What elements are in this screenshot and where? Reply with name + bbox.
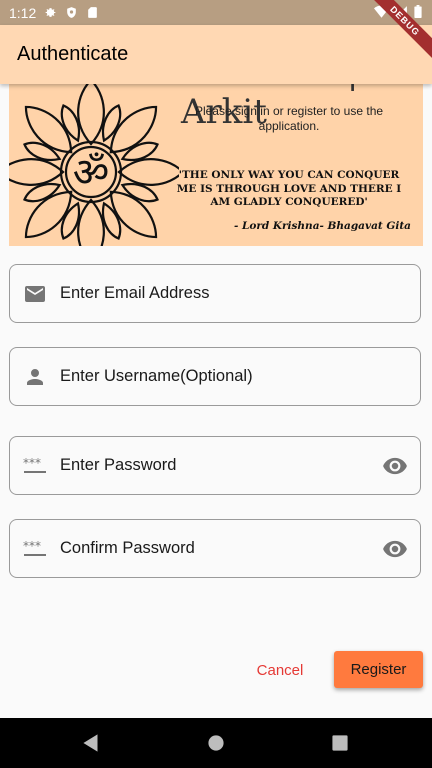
welcome-banner: ॐ Welcome | Arkit Please sign in or regi…: [9, 84, 423, 246]
app-bar: Authenticate: [0, 25, 432, 84]
username-field-label: Enter Username(Optional): [60, 367, 253, 385]
recents-icon[interactable]: [327, 730, 353, 756]
banner-subtitle: Please sign in or register to use the ap…: [194, 104, 384, 133]
svg-text:ॐ: ॐ: [73, 150, 109, 196]
navigation-bar: [0, 718, 432, 768]
email-icon: [25, 285, 45, 302]
cancel-button[interactable]: Cancel: [244, 652, 316, 688]
person-icon: [27, 368, 43, 385]
show-confirm-password-icon[interactable]: [382, 536, 408, 562]
shield-icon: [67, 7, 77, 18]
email-field[interactable]: Enter Email Address: [9, 264, 421, 323]
back-icon[interactable]: [78, 730, 104, 756]
register-button[interactable]: Register: [334, 651, 423, 688]
email-field-label: Enter Email Address: [60, 284, 210, 302]
confirm-password-field[interactable]: *** Confirm Password: [9, 519, 421, 578]
confirm-password-field-label: Confirm Password: [60, 539, 195, 557]
show-password-icon[interactable]: [382, 453, 408, 479]
username-field[interactable]: Enter Username(Optional): [9, 347, 421, 406]
page-title: Authenticate: [17, 43, 129, 65]
svg-text:***: ***: [23, 539, 41, 553]
settings-icon: [45, 8, 56, 17]
password-icon: ***: [23, 456, 46, 473]
battery-icon: [414, 5, 422, 18]
banner-quote: 'THE ONLY WAY YOU CAN CONQUER ME IS THRO…: [176, 169, 402, 208]
sd-card-icon: [88, 7, 98, 18]
quote-attribution: - Lord Krishna- Bhagavat Gita: [233, 220, 411, 232]
home-icon[interactable]: [203, 730, 229, 756]
om-mandala-illustration: ॐ: [9, 84, 179, 246]
password-field[interactable]: *** Enter Password: [9, 436, 421, 495]
password-field-label: Enter Password: [60, 456, 177, 474]
status-time: 1:12: [9, 4, 37, 21]
status-bar: 1:12: [0, 0, 432, 25]
svg-text:***: ***: [23, 456, 41, 470]
password-icon: ***: [23, 539, 46, 556]
